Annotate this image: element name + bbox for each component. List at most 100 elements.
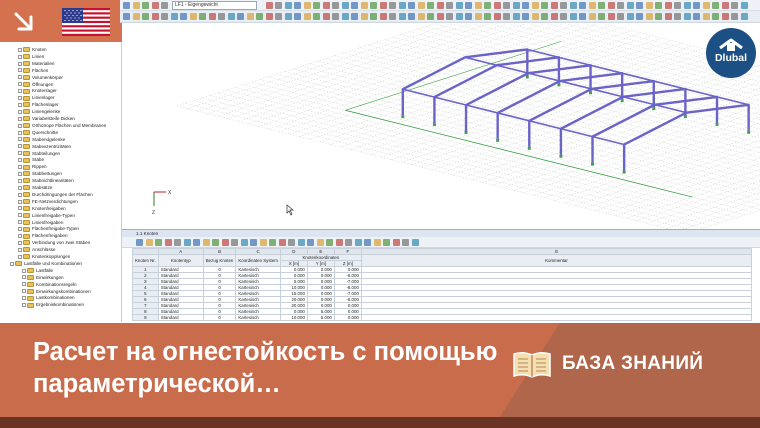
knowledge-base-label[interactable]: БАЗА ЗНАНИЙ: [562, 353, 703, 375]
language-badge[interactable]: [0, 0, 122, 42]
toolbar-icon[interactable]: [218, 13, 225, 20]
toolbar-icon[interactable]: [674, 2, 681, 9]
toolbar-icon[interactable]: [411, 239, 419, 246]
toolbar-icon[interactable]: [408, 13, 415, 20]
toolbar-icon[interactable]: [721, 2, 729, 9]
toolbar-icon[interactable]: [332, 13, 339, 20]
toolbar-icon[interactable]: [389, 2, 396, 9]
toolbar-icon[interactable]: [531, 13, 539, 20]
toolbar-icon[interactable]: [398, 13, 406, 20]
loadcase-select[interactable]: LF1 - Eigengewicht: [172, 1, 257, 10]
toolbar-icon[interactable]: [693, 2, 700, 9]
toolbar-icon[interactable]: [465, 2, 472, 9]
expand-icon[interactable]: [18, 68, 22, 73]
toolbar-icon[interactable]: [417, 2, 425, 9]
toolbar-icon[interactable]: [202, 239, 210, 246]
toolbar-icon[interactable]: [436, 13, 444, 20]
toolbar-icon[interactable]: [503, 2, 510, 9]
expand-icon[interactable]: [18, 96, 22, 101]
toolbar-icon[interactable]: [360, 2, 368, 9]
toolbar-icon[interactable]: [598, 13, 605, 20]
toolbar-icon[interactable]: [493, 2, 501, 9]
toolbar-icon[interactable]: [341, 2, 349, 9]
toolbar-icon[interactable]: [664, 13, 672, 20]
toolbar-icon[interactable]: [383, 239, 390, 246]
toolbar-icon[interactable]: [731, 13, 738, 20]
toolbar-icon[interactable]: [674, 13, 681, 20]
expand-icon[interactable]: [18, 165, 22, 170]
toolbar-icon[interactable]: [522, 2, 529, 9]
toolbar-icon[interactable]: [379, 13, 387, 20]
toolbar-icon[interactable]: [474, 13, 482, 20]
toolbar-icon[interactable]: [373, 239, 381, 246]
toolbar-icon[interactable]: [370, 2, 377, 9]
toolbar-icon[interactable]: [408, 2, 415, 9]
expand-icon[interactable]: [18, 102, 22, 107]
toolbar-icon[interactable]: [364, 239, 371, 246]
toolbar-icon[interactable]: [598, 2, 605, 9]
toolbar-icon[interactable]: [284, 13, 292, 20]
expand-icon[interactable]: [18, 116, 22, 121]
toolbar-icon[interactable]: [351, 2, 358, 9]
toolbar-icon[interactable]: [398, 2, 406, 9]
toolbar-icon[interactable]: [560, 13, 567, 20]
toolbar-icon[interactable]: [712, 2, 719, 9]
toolbar-icon[interactable]: [655, 13, 662, 20]
toolbar-icon[interactable]: [316, 239, 324, 246]
expand-icon[interactable]: [22, 303, 26, 308]
toolbar-icon[interactable]: [465, 13, 472, 20]
cell-y[interactable]: 5.000: [306, 314, 335, 321]
toolbar-icon[interactable]: [161, 13, 168, 20]
toolbar-icon[interactable]: [212, 239, 219, 246]
cell-no[interactable]: 9: [132, 314, 159, 321]
expand-icon[interactable]: [18, 220, 22, 225]
toolbar-icon[interactable]: [370, 13, 377, 20]
toolbar-icon[interactable]: [392, 239, 400, 246]
toolbar-icon[interactable]: [683, 2, 691, 9]
toolbar-icon[interactable]: [655, 2, 662, 9]
toolbar-icon[interactable]: [427, 2, 434, 9]
expand-icon[interactable]: [18, 109, 22, 114]
cell-comment[interactable]: [360, 314, 753, 321]
toolbar-icon[interactable]: [136, 239, 143, 246]
expand-icon[interactable]: [22, 289, 26, 294]
cell-sys[interactable]: Kartesisch: [235, 314, 281, 321]
toolbar-icon[interactable]: [645, 2, 653, 9]
expand-icon[interactable]: [18, 254, 22, 259]
expand-icon[interactable]: [22, 275, 26, 280]
toolbar-icon[interactable]: [484, 2, 491, 9]
cell-z[interactable]: 0.000: [333, 314, 362, 321]
toolbar-icon[interactable]: [531, 2, 539, 9]
toolbar-icon[interactable]: [294, 13, 301, 20]
toolbar-icon[interactable]: [389, 13, 396, 20]
toolbar-icon[interactable]: [332, 2, 339, 9]
toolbar-icon[interactable]: [474, 2, 482, 9]
toolbar-icon[interactable]: [664, 2, 672, 9]
toolbar-icon[interactable]: [712, 13, 719, 20]
expand-icon[interactable]: [18, 247, 22, 252]
article-title[interactable]: Расчет на огнестойкость с помощью параме…: [33, 336, 503, 400]
toolbar-icon[interactable]: [240, 239, 248, 246]
toolbar-icon[interactable]: [740, 2, 748, 9]
expand-icon[interactable]: [18, 240, 22, 245]
toolbar-icon[interactable]: [351, 13, 358, 20]
toolbar-icon[interactable]: [265, 2, 273, 9]
toolbar-icon[interactable]: [132, 2, 140, 9]
toolbar-icon[interactable]: [455, 13, 463, 20]
expand-icon[interactable]: [18, 227, 22, 232]
toolbar-icon[interactable]: [446, 2, 453, 9]
toolbar-icon[interactable]: [702, 2, 710, 9]
toolbar-icon[interactable]: [275, 2, 282, 9]
expand-icon[interactable]: [18, 199, 22, 204]
expand-icon[interactable]: [18, 54, 22, 59]
expand-icon[interactable]: [18, 61, 22, 66]
toolbar-icon[interactable]: [636, 2, 643, 9]
toolbar-icon[interactable]: [250, 239, 257, 246]
toolbar-icon[interactable]: [417, 13, 425, 20]
expand-icon[interactable]: [10, 261, 14, 266]
toolbar-icon[interactable]: [607, 13, 615, 20]
cell-ref[interactable]: 0: [202, 314, 237, 321]
toolbar-icon[interactable]: [341, 13, 349, 20]
expand-icon[interactable]: [18, 89, 22, 94]
toolbar-icon[interactable]: [227, 13, 235, 20]
